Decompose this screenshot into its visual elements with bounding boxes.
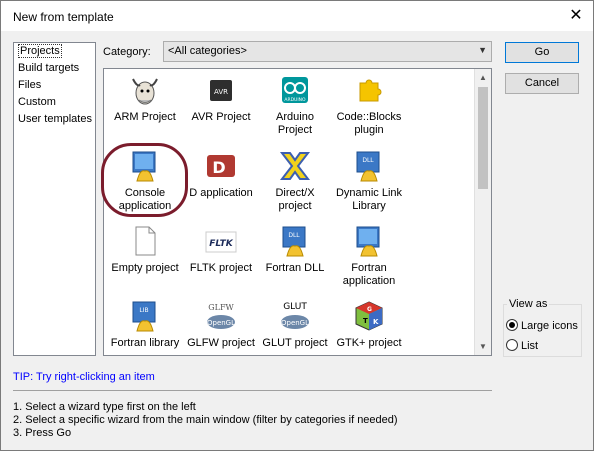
fltk-icon: FLTK [204, 224, 238, 258]
divider [13, 390, 492, 391]
svg-text:LIB: LIB [139, 307, 148, 314]
scroll-down-arrow-icon[interactable]: ▼ [475, 338, 491, 355]
template-arduino-project[interactable]: ARDUINO Arduino Project [256, 73, 334, 137]
svg-text:DLL: DLL [288, 232, 300, 239]
svg-text:FLTK: FLTK [209, 239, 234, 249]
svg-text:T: T [363, 317, 368, 325]
view-as-legend: View as [507, 298, 550, 310]
dll-icon: DLL [352, 149, 386, 183]
template-fortran-dll[interactable]: DLL Fortran DLL [256, 224, 334, 275]
gtk-icon: T K G [352, 299, 386, 333]
radio-unselected-icon [506, 339, 518, 351]
svg-text:OpenGL: OpenGL [281, 319, 309, 327]
scroll-up-arrow-icon[interactable]: ▲ [475, 69, 491, 86]
type-item-projects[interactable]: Projects [14, 43, 95, 60]
console-application-highlight [101, 143, 188, 217]
template-arm-project[interactable]: ARM Project [106, 73, 184, 124]
go-button[interactable]: Go [505, 42, 579, 63]
svg-text:G: G [367, 306, 372, 313]
category-dropdown-value: <All categories> [168, 45, 247, 57]
gnu-icon [128, 73, 162, 107]
avr-chip-icon: AVR [204, 73, 238, 107]
help-step-1: 1. Select a wizard type first on the lef… [13, 401, 196, 413]
type-item-custom[interactable]: Custom [14, 94, 95, 111]
new-from-template-dialog: New from template ✕ Projects Build targe… [0, 0, 594, 451]
grid-scrollbar[interactable]: ▲ ▼ [474, 69, 491, 355]
fortran-dll-icon: DLL [278, 224, 312, 258]
template-directx-project[interactable]: Direct/X project [256, 149, 334, 213]
template-d-application[interactable]: D D application [182, 149, 260, 200]
list-radio[interactable]: List [506, 339, 538, 354]
template-fltk-project[interactable]: FLTK FLTK project [182, 224, 260, 275]
help-step-2: 2. Select a specific wizard from the mai… [13, 414, 398, 426]
tip-text: TIP: Try right-clicking an item [13, 371, 155, 383]
fortran-lib-icon: LIB [128, 299, 162, 333]
arduino-icon: ARDUINO [278, 73, 312, 107]
type-item-build-targets[interactable]: Build targets [14, 60, 95, 77]
fortran-app-icon [352, 224, 386, 258]
svg-text:ARDUINO: ARDUINO [284, 97, 306, 103]
cancel-button[interactable]: Cancel [505, 73, 579, 94]
template-gtk-project[interactable]: T K G GTK+ project [330, 299, 408, 350]
title-bar: New from template ✕ [1, 1, 593, 31]
help-step-3: 3. Press Go [13, 427, 72, 439]
close-icon[interactable]: ✕ [559, 1, 593, 31]
dialog-title: New from template [13, 10, 114, 24]
svg-text:AVR: AVR [214, 88, 228, 96]
svg-text:OpenGL: OpenGL [207, 319, 235, 327]
template-fortran-application[interactable]: Fortran application [330, 224, 408, 288]
category-label: Category: [103, 46, 151, 58]
svg-text:GLUT: GLUT [283, 302, 307, 312]
directx-icon [278, 149, 312, 183]
svg-text:DLL: DLL [362, 157, 374, 164]
template-codeblocks-plugin[interactable]: Code::Blocks plugin [330, 73, 408, 137]
template-glfw-project[interactable]: GLFW OpenGL GLFW project [182, 299, 260, 350]
blank-page-icon [128, 224, 162, 258]
template-type-list[interactable]: Projects Build targets Files Custom User… [13, 42, 96, 356]
help-instructions: 1. Select a wizard type first on the lef… [13, 401, 398, 440]
template-fortran-library[interactable]: LIB Fortran library [106, 299, 184, 350]
glfw-icon: GLFW OpenGL [204, 299, 238, 333]
type-item-files[interactable]: Files [14, 77, 95, 94]
template-empty-project[interactable]: Empty project [106, 224, 184, 275]
template-glut-project[interactable]: GLUT OpenGL GLUT project [256, 299, 334, 350]
svg-text:D: D [212, 158, 225, 177]
large-icons-radio[interactable]: Large icons [506, 319, 578, 334]
d-language-icon: D [204, 149, 238, 183]
radio-selected-icon [506, 319, 518, 331]
scroll-thumb[interactable] [478, 87, 488, 189]
category-dropdown[interactable]: <All categories> ▼ [163, 41, 492, 62]
svg-text:K: K [373, 318, 379, 326]
template-dynamic-link-library[interactable]: DLL Dynamic Link Library [330, 149, 408, 213]
svg-text:GLFW: GLFW [208, 303, 234, 312]
chevron-down-icon: ▼ [478, 45, 487, 55]
glut-icon: GLUT OpenGL [278, 299, 312, 333]
template-avr-project[interactable]: AVR AVR Project [182, 73, 260, 124]
puzzle-plugin-icon [352, 73, 386, 107]
type-item-user-templates[interactable]: User templates [14, 111, 95, 128]
